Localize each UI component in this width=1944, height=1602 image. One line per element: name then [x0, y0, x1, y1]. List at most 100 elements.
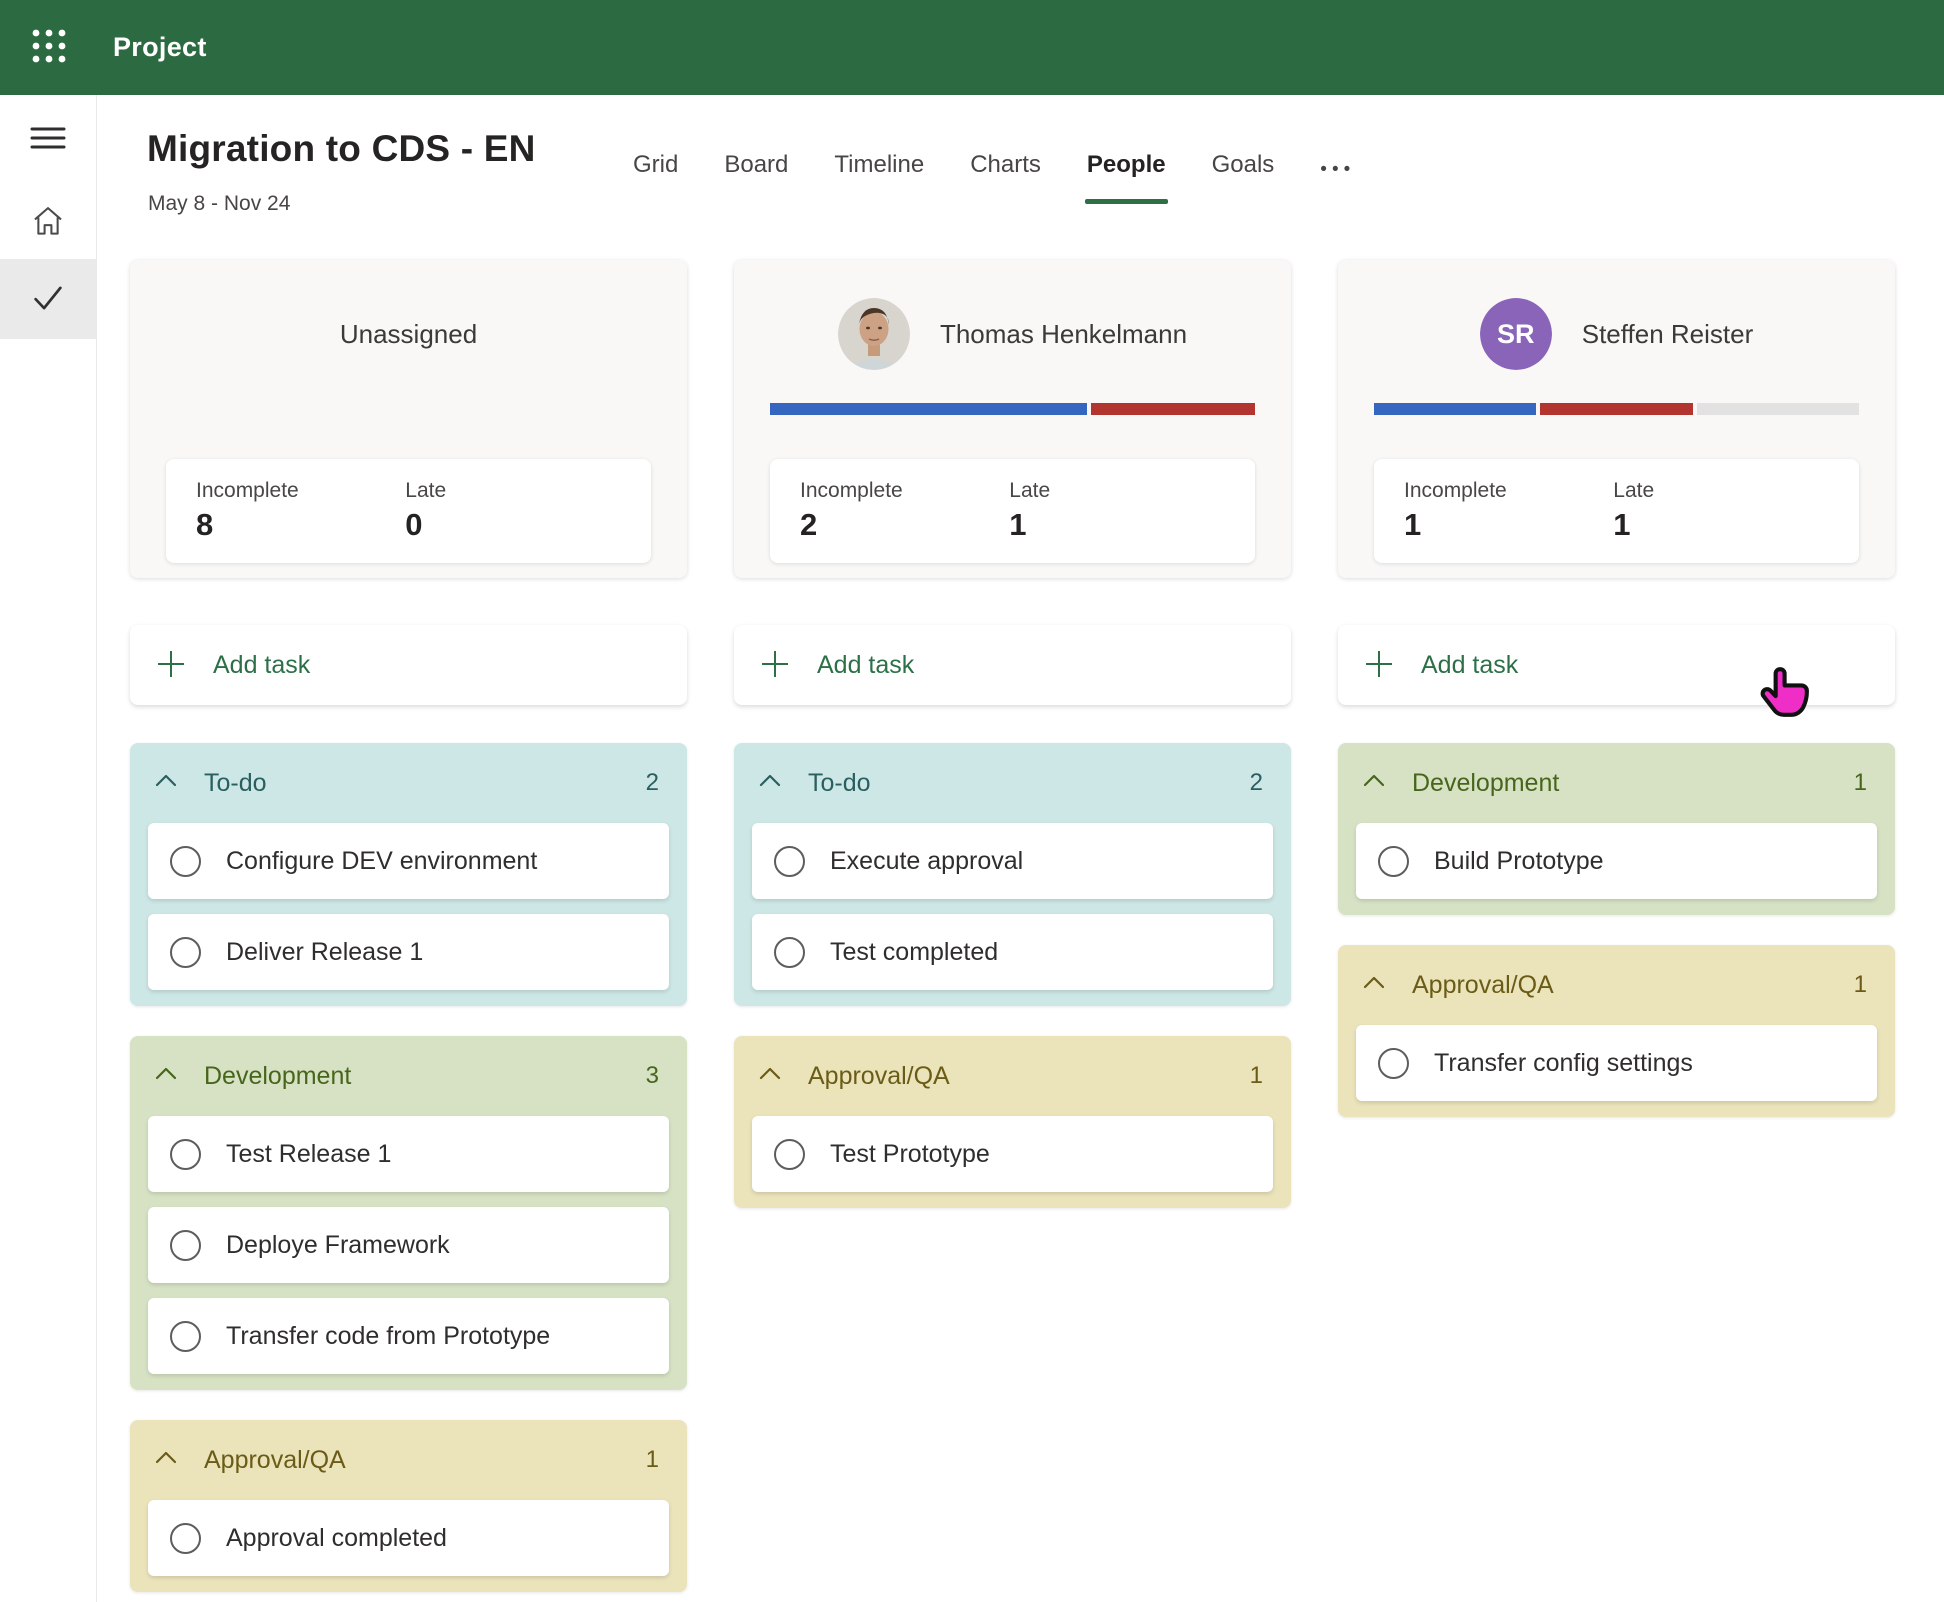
progress-bar: [166, 403, 651, 415]
group-header[interactable]: Approval/QA 1: [752, 1036, 1273, 1116]
person-summary-card: SR Steffen Reister Incomplete 1 Late 1: [1338, 260, 1895, 578]
plus-icon: [156, 649, 186, 682]
incomplete-stat: Incomplete 8: [196, 479, 405, 563]
add-task-label: Add task: [213, 651, 310, 680]
top-bar: Project: [0, 0, 1944, 95]
task-list: Build Prototype: [1356, 823, 1877, 899]
person-name: Unassigned: [340, 319, 477, 350]
group-count: 1: [1250, 1062, 1267, 1090]
group-header[interactable]: Development 3: [148, 1036, 669, 1116]
chevron-up-icon: [1362, 769, 1386, 798]
task-card[interactable]: Configure DEV environment: [148, 823, 669, 899]
task-card[interactable]: Deliver Release 1: [148, 914, 669, 990]
group-name: Development: [204, 1062, 351, 1091]
avatar: SR: [1480, 298, 1552, 370]
late-value: 1: [1613, 507, 1822, 543]
task-list: Transfer config settings: [1356, 1025, 1877, 1101]
group-header[interactable]: Approval/QA 1: [1356, 945, 1877, 1025]
group-count: 1: [1854, 769, 1871, 797]
task-complete-circle[interactable]: [170, 1230, 201, 1261]
task-title: Transfer code from Prototype: [226, 1322, 550, 1351]
task-card[interactable]: Transfer config settings: [1356, 1025, 1877, 1101]
task-complete-circle[interactable]: [1378, 1048, 1409, 1079]
task-title: Deliver Release 1: [226, 938, 423, 967]
incomplete-label: Incomplete: [800, 479, 1009, 503]
task-group: To-do 2 Configure DEV environment Delive…: [130, 743, 687, 1006]
waffle-icon: [30, 27, 68, 68]
task-complete-circle[interactable]: [774, 937, 805, 968]
home-icon: [31, 204, 65, 239]
checkmark-icon: [30, 282, 66, 317]
group-name: Development: [1412, 769, 1559, 798]
incomplete-label: Incomplete: [196, 479, 405, 503]
progress-segment: [1091, 403, 1255, 415]
group-name: To-do: [204, 769, 267, 798]
person-column: SR Steffen Reister Incomplete 1 Late 1: [1338, 260, 1895, 1592]
progress-segment: [1374, 403, 1536, 415]
person-row: SR Steffen Reister: [1338, 298, 1895, 370]
task-title: Test Release 1: [226, 1140, 391, 1169]
progress-segment: [1697, 403, 1859, 415]
add-task-button[interactable]: Add task: [1338, 625, 1895, 705]
tasks-button[interactable]: [0, 259, 96, 339]
tab-timeline[interactable]: Timeline: [834, 150, 924, 204]
task-complete-circle[interactable]: [170, 1523, 201, 1554]
task-title: Test Prototype: [830, 1140, 990, 1169]
task-card[interactable]: Build Prototype: [1356, 823, 1877, 899]
tab-people[interactable]: People: [1087, 150, 1166, 204]
menu-button[interactable]: [0, 95, 96, 183]
more-tabs-button[interactable]: •••: [1320, 150, 1355, 209]
task-complete-circle[interactable]: [774, 1139, 805, 1170]
task-complete-circle[interactable]: [774, 846, 805, 877]
incomplete-label: Incomplete: [1404, 479, 1613, 503]
late-value: 0: [405, 507, 614, 543]
task-complete-circle[interactable]: [1378, 846, 1409, 877]
task-group: Development 3 Test Release 1 Deploye Fra…: [130, 1036, 687, 1390]
task-complete-circle[interactable]: [170, 937, 201, 968]
date-range: May 8 - Nov 24: [148, 192, 290, 216]
incomplete-value: 8: [196, 507, 405, 543]
task-complete-circle[interactable]: [170, 1139, 201, 1170]
progress-segment: [770, 403, 1087, 415]
group-count: 2: [1250, 769, 1267, 797]
app-launcher-button[interactable]: [0, 27, 97, 68]
home-button[interactable]: [0, 183, 96, 259]
tab-grid[interactable]: Grid: [633, 150, 678, 204]
person-name: Thomas Henkelmann: [940, 319, 1187, 350]
task-card[interactable]: Approval completed: [148, 1500, 669, 1576]
group-header[interactable]: To-do 2: [752, 743, 1273, 823]
task-complete-circle[interactable]: [170, 1321, 201, 1352]
task-group: Approval/QA 1 Test Prototype: [734, 1036, 1291, 1208]
group-header[interactable]: To-do 2: [148, 743, 669, 823]
incomplete-stat: Incomplete 2: [800, 479, 1009, 563]
group-header[interactable]: Development 1: [1356, 743, 1877, 823]
chevron-up-icon: [758, 769, 782, 798]
person-row: Thomas Henkelmann: [734, 298, 1291, 370]
late-stat: Late 1: [1613, 479, 1822, 563]
person-row: Unassigned: [130, 298, 687, 370]
task-complete-circle[interactable]: [170, 846, 201, 877]
tab-charts[interactable]: Charts: [970, 150, 1041, 204]
chevron-up-icon: [154, 769, 178, 798]
tab-goals[interactable]: Goals: [1212, 150, 1275, 204]
plus-icon: [1364, 649, 1394, 682]
group-name: Approval/QA: [204, 1446, 346, 1475]
group-name: To-do: [808, 769, 871, 798]
tab-board[interactable]: Board: [724, 150, 788, 204]
group-header[interactable]: Approval/QA 1: [148, 1420, 669, 1500]
progress-bar: [770, 403, 1255, 415]
late-stat: Late 0: [405, 479, 614, 563]
task-card[interactable]: Test completed: [752, 914, 1273, 990]
avatar: [838, 298, 910, 370]
task-card[interactable]: Deploye Framework: [148, 1207, 669, 1283]
person-name: Steffen Reister: [1582, 319, 1754, 350]
add-task-button[interactable]: Add task: [130, 625, 687, 705]
task-card[interactable]: Transfer code from Prototype: [148, 1298, 669, 1374]
task-card[interactable]: Test Release 1: [148, 1116, 669, 1192]
task-group: Approval/QA 1 Approval completed: [130, 1420, 687, 1592]
chevron-up-icon: [154, 1446, 178, 1475]
task-card[interactable]: Test Prototype: [752, 1116, 1273, 1192]
add-task-button[interactable]: Add task: [734, 625, 1291, 705]
task-list: Execute approval Test completed: [752, 823, 1273, 990]
task-card[interactable]: Execute approval: [752, 823, 1273, 899]
